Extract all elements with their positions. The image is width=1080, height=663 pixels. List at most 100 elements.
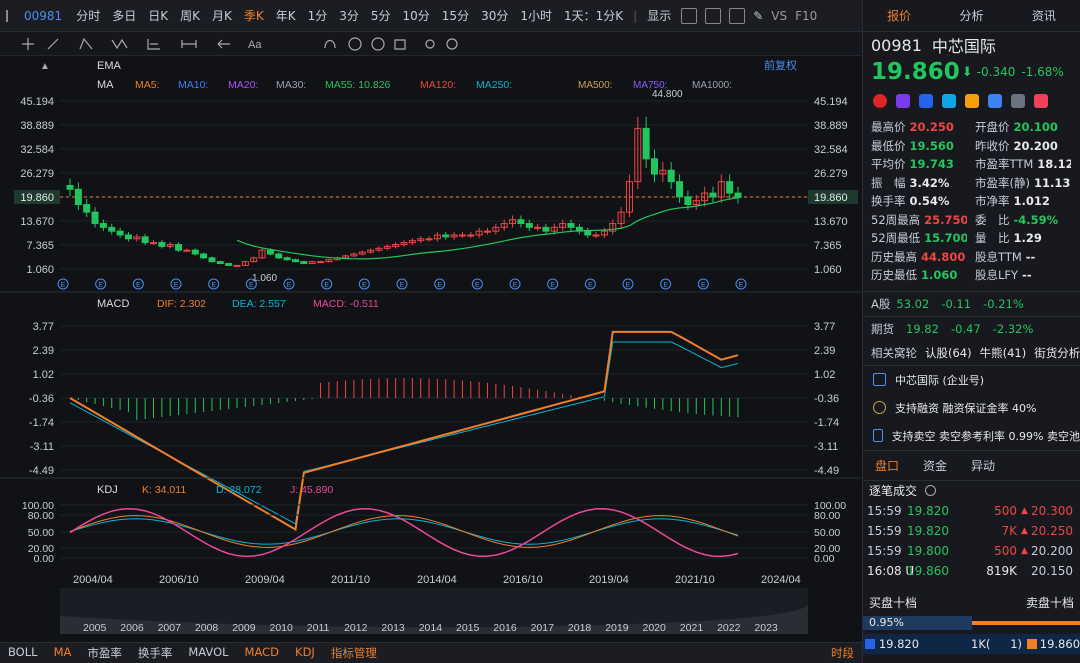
tab-order-book[interactable]: 盘口 [863, 457, 911, 474]
indicator-0[interactable]: BOLL [0, 645, 46, 661]
period-4[interactable]: 月K [206, 7, 238, 24]
wave-tool-icon [111, 38, 128, 50]
camera-icon[interactable] [729, 7, 746, 24]
short-icon[interactable] [942, 94, 956, 108]
candle-body [83, 204, 91, 213]
price-axis-right: 38.889 [814, 120, 848, 132]
candle-body [158, 242, 166, 247]
margin-icon[interactable] [919, 94, 933, 108]
date-tick: 2006/10 [159, 574, 199, 586]
f10-button[interactable]: F10 [795, 9, 817, 23]
info-icon[interactable] [925, 485, 937, 496]
period-12[interactable]: 30分 [475, 7, 514, 24]
cbbc-link[interactable]: 牛熊(41) [980, 345, 1027, 361]
call-warrant-link[interactable]: 认股(64) [925, 345, 972, 361]
period-11[interactable]: 15分 [436, 7, 475, 24]
candle-body [300, 261, 308, 265]
high-annotation: 44.800 [652, 89, 683, 100]
event-marker-label: E [400, 282, 405, 289]
stock-code[interactable]: 00981 [24, 9, 62, 23]
period-5[interactable]: 季K [238, 7, 270, 24]
price-axis-left: 26.279 [20, 168, 54, 180]
current-price-tag-left: 19.860 [20, 192, 54, 204]
macd-axis-left: -1.74 [29, 417, 54, 429]
bid-ratio: 0.95% [869, 615, 904, 629]
indicator-4[interactable]: MAVOL [180, 645, 236, 661]
period-7[interactable]: 1分 [302, 7, 334, 24]
period-14[interactable]: 1天：1分K [558, 7, 629, 24]
indicator-7[interactable]: 指标管理 [323, 645, 385, 661]
a-share-row[interactable]: A股 53.02 -0.11 -0.21% [863, 292, 1080, 316]
connect-icon[interactable] [896, 94, 910, 108]
chat-icon[interactable] [988, 94, 1002, 108]
indicator-3[interactable]: 换手率 [130, 645, 181, 661]
compare-icon[interactable] [681, 7, 698, 24]
event-marker-label: E [98, 282, 103, 289]
kline-chart[interactable]: ▲ EMA MA 前复权 MA5: MA10: MA20: MA30: MA55: 10.826… [0, 56, 862, 642]
year-tick: 2012 [344, 622, 368, 634]
ticks-title: 逐笔成交 [869, 484, 918, 498]
chart-area[interactable]: ▲ EMA MA 前复权 MA5: MA10: MA20: MA30: MA55: 10.826… [0, 56, 862, 642]
period-8[interactable]: 3分 [333, 7, 365, 24]
indicator-6[interactable]: KDJ [287, 645, 323, 661]
vs-button[interactable]: VS [771, 9, 787, 23]
year-tick: 2015 [456, 622, 480, 634]
candle-body [266, 249, 274, 255]
event-marker-label: E [211, 282, 216, 289]
short-sell-row[interactable]: 支持卖空 卖空参考利率 0.99% 卖空池 [863, 422, 1080, 450]
lock-icon [348, 37, 362, 51]
checkbox-icon[interactable] [705, 7, 722, 24]
tab-movement[interactable]: 异动 [959, 457, 1007, 474]
session-button[interactable]: 时段 [823, 645, 862, 661]
event-marker-label: E [287, 282, 292, 289]
date-tick: 2009/04 [245, 574, 285, 586]
period-3[interactable]: 周K [174, 7, 206, 24]
doc-icon[interactable] [1011, 94, 1025, 108]
display-menu[interactable]: 显示 [641, 7, 677, 24]
tab-capital[interactable]: 资金 [911, 457, 959, 474]
candle-body [108, 226, 116, 232]
candle-body [291, 259, 299, 263]
company-account-row[interactable]: 中芯国际 (企业号) [863, 366, 1080, 394]
event-marker-label: E [739, 282, 744, 289]
candle-body [208, 257, 216, 263]
candle-body [458, 234, 466, 237]
indicator-2[interactable]: 市盈率 [79, 645, 130, 661]
macd-axis-right: -3.11 [814, 441, 838, 453]
year-tick: 2008 [195, 622, 219, 634]
heart-icon[interactable] [1034, 94, 1048, 108]
menu-icon[interactable] [6, 9, 18, 22]
options-icon[interactable] [965, 94, 979, 108]
tab-quote[interactable]: 报价 [863, 7, 935, 24]
arrow-tool-icon [217, 39, 230, 49]
drawing-tools[interactable]: Aa [0, 32, 470, 56]
candle-body [709, 192, 717, 198]
candle-body [734, 192, 742, 198]
price-axis-left: 45.194 [20, 96, 54, 108]
indicator-1[interactable]: MA [46, 645, 80, 661]
candle-body [116, 230, 124, 236]
period-6[interactable]: 年K [270, 7, 302, 24]
macd-axis-right: -0.36 [814, 393, 839, 405]
candle-body [484, 230, 491, 233]
period-0[interactable]: 分时 [70, 7, 106, 24]
futures-row[interactable]: 期货 19.82 -0.47 -2.32% [863, 317, 1080, 341]
year-tick: 2021 [680, 622, 704, 634]
year-tick: 2013 [381, 622, 405, 634]
period-13[interactable]: 1小时 [514, 7, 558, 24]
price-axis-left: 32.584 [20, 144, 54, 156]
d-value: D: 28.072 [216, 484, 262, 496]
margin-row[interactable]: 支持融资 融资保证金率 40% [863, 394, 1080, 422]
period-9[interactable]: 5分 [365, 7, 397, 24]
indicator-5[interactable]: MACD [237, 645, 287, 661]
period-10[interactable]: 10分 [397, 7, 436, 24]
pencil-icon[interactable]: ✎ [753, 9, 763, 23]
bid-row[interactable]: 19.820 1K( 1) 19.860 [863, 633, 1080, 654]
period-1[interactable]: 多日 [106, 7, 142, 24]
street-analysis-link[interactable]: 街货分析 [1034, 345, 1080, 361]
tab-analysis[interactable]: 分析 [935, 7, 1007, 24]
tab-news[interactable]: 资讯 [1008, 7, 1080, 24]
period-2[interactable]: 日K [142, 7, 174, 24]
date-tick: 2019/04 [589, 574, 629, 586]
hk-flag-icon[interactable] [873, 94, 887, 108]
